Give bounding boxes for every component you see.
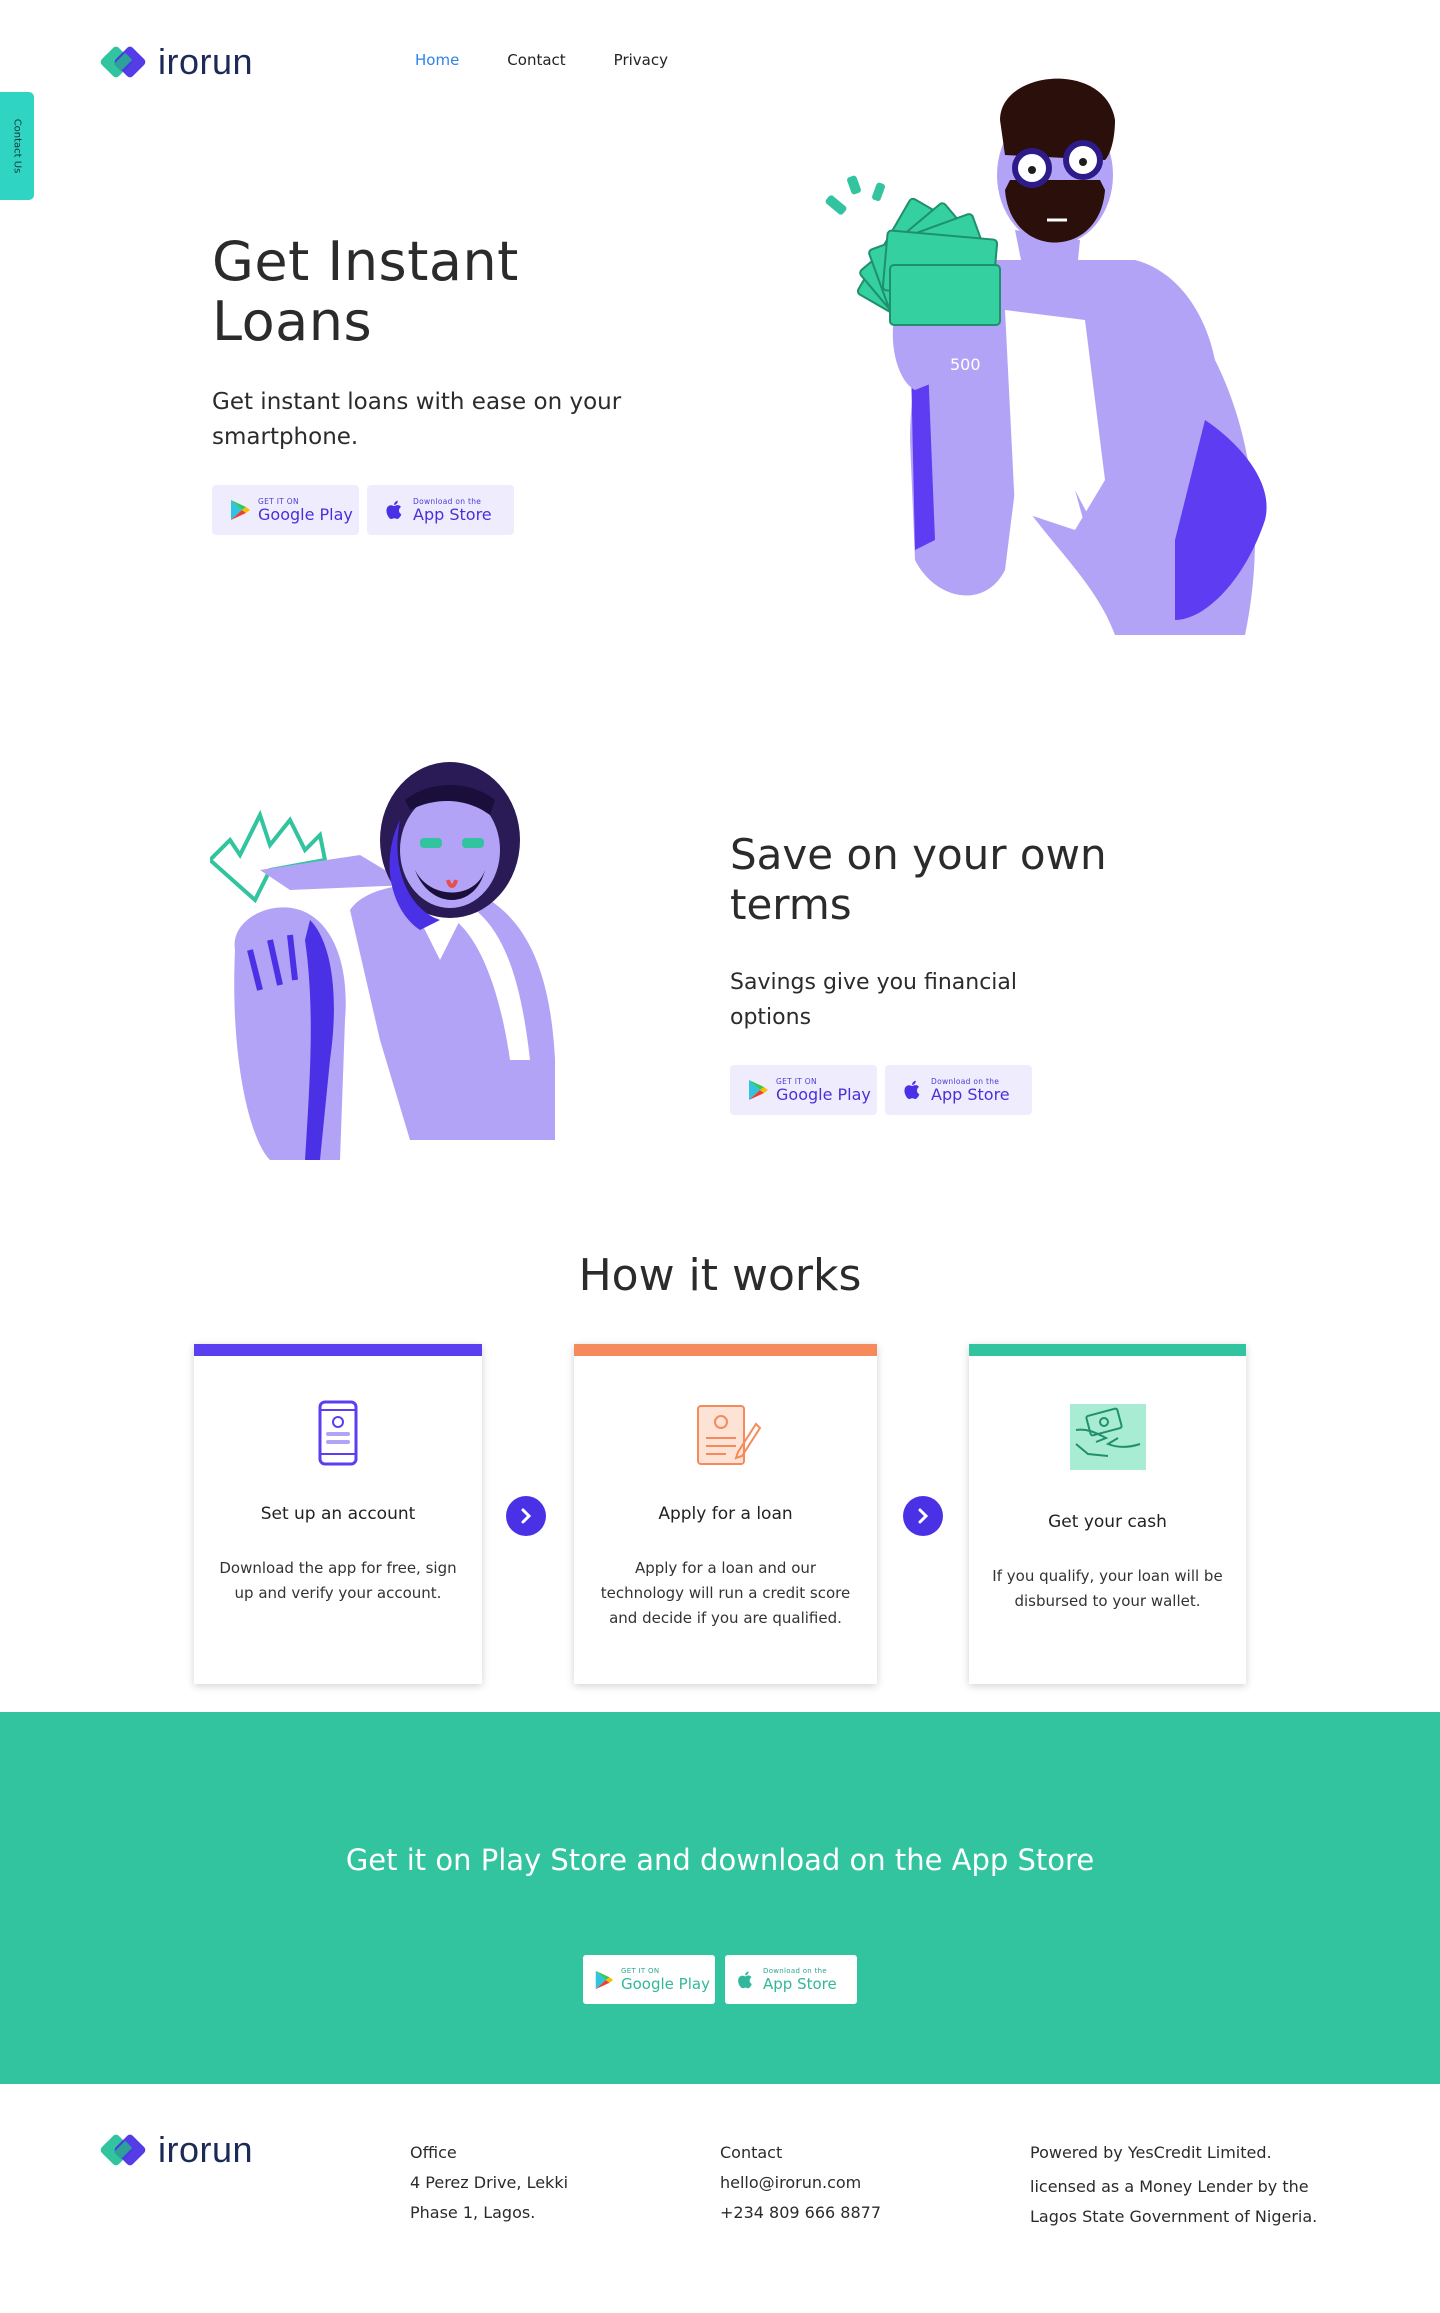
app-store-small-label: Download on the bbox=[763, 1966, 827, 1975]
footer-license: licensed as a Money Lender by the Lagos … bbox=[1030, 2177, 1318, 2226]
google-play-label: Google Play bbox=[621, 1974, 710, 1993]
google-play-button[interactable]: GET IT ON Google Play bbox=[212, 485, 359, 535]
step-title: Set up an account bbox=[260, 1504, 416, 1524]
cta-store-buttons: GET IT ON Google Play Download on the Ap… bbox=[583, 1955, 867, 2004]
chevron-right-icon bbox=[918, 1508, 929, 1524]
step-description: Download the app for free, sign up and v… bbox=[219, 1559, 457, 1602]
step-card: Set up an account Download the app for f… bbox=[194, 1344, 482, 1684]
google-play-icon bbox=[595, 1970, 614, 1989]
nav-home[interactable]: Home bbox=[415, 51, 459, 69]
hero-store-buttons: GET IT ON Google Play Download on the Ap… bbox=[212, 485, 522, 535]
apple-icon bbox=[386, 500, 402, 519]
man-holding-cash-illustration: 500 bbox=[825, 78, 1267, 635]
step-title: Apply for a loan bbox=[658, 1504, 793, 1524]
step-card: Get your cash If you qualify, your loan … bbox=[969, 1344, 1246, 1684]
main-nav: Home Contact Privacy bbox=[415, 51, 716, 69]
app-store-button[interactable]: Download on the App Store bbox=[725, 1955, 857, 2004]
step-card-bar bbox=[574, 1344, 877, 1356]
logo-mark-icon bbox=[100, 2134, 146, 2166]
footer-office-line1: 4 Perez Drive, Lekki bbox=[410, 2173, 569, 2192]
step-description: Apply for a loan and our technology will… bbox=[600, 1559, 851, 1627]
app-store-label: App Store bbox=[413, 504, 492, 524]
apple-icon bbox=[738, 1970, 752, 1988]
step-card-bar bbox=[969, 1344, 1246, 1356]
apple-icon bbox=[904, 1080, 920, 1099]
logo-mark-icon bbox=[100, 46, 146, 78]
contact-us-tab[interactable]: Contact Us bbox=[0, 92, 34, 200]
google-play-icon bbox=[749, 1080, 768, 1100]
site-footer: irorun Office 4 Perez Drive, Lekki Phase… bbox=[0, 2084, 1440, 2313]
how-it-works-title: How it works bbox=[578, 1250, 862, 1301]
app-store-label: App Store bbox=[931, 1084, 1010, 1104]
app-store-button[interactable]: Download on the App Store bbox=[367, 485, 514, 535]
logo[interactable]: irorun bbox=[98, 40, 253, 84]
google-play-small-label: GET IT ON bbox=[621, 1966, 660, 1975]
phone-icon bbox=[318, 1400, 358, 1466]
footer-office-line2: Phase 1, Lagos. bbox=[410, 2203, 536, 2222]
app-store-label: App Store bbox=[763, 1974, 837, 1993]
footer-logo-text: irorun bbox=[158, 2129, 254, 2170]
footer-logo[interactable]: irorun bbox=[98, 2128, 253, 2172]
chevron-right-icon bbox=[521, 1508, 532, 1524]
logo-text: irorun bbox=[158, 41, 254, 82]
download-cta-section: Get it on Play Store and download on the… bbox=[0, 1712, 1440, 2084]
footer-phone: +234 809 666 8877 bbox=[720, 2203, 881, 2222]
hero-title: Get Instant Loans bbox=[212, 230, 519, 353]
hero-subtitle: Get instant loans with ease on your smar… bbox=[212, 389, 622, 450]
save-store-buttons: GET IT ON Google Play Download on the Ap… bbox=[730, 1065, 1040, 1115]
svg-text:500: 500 bbox=[950, 355, 981, 374]
step-card-bar bbox=[194, 1344, 482, 1356]
footer-email-link[interactable]: hello@irorun.com bbox=[720, 2168, 881, 2198]
nav-privacy[interactable]: Privacy bbox=[614, 51, 668, 69]
footer-office-label: Office bbox=[410, 2143, 457, 2162]
step-card: Apply for a loan Apply for a loan and ou… bbox=[574, 1344, 877, 1684]
man-with-piggy-illustration bbox=[210, 762, 555, 1160]
cta-title-text: Get it on Play Store and download on the… bbox=[345, 1843, 1095, 1877]
footer-office: Office 4 Perez Drive, Lekki Phase 1, Lag… bbox=[410, 2138, 568, 2228]
next-step-arrow-button[interactable] bbox=[903, 1496, 943, 1536]
google-play-button[interactable]: GET IT ON Google Play bbox=[730, 1065, 877, 1115]
google-play-label: Google Play bbox=[258, 504, 353, 524]
nav-contact[interactable]: Contact bbox=[507, 51, 565, 69]
footer-contact: Contact hello@irorun.com +234 809 666 88… bbox=[720, 2138, 881, 2228]
cta-title: Get it on Play Store and download on the… bbox=[0, 1842, 1440, 1878]
google-play-icon bbox=[231, 500, 250, 520]
step-description: If you qualify, your loan will be disbur… bbox=[992, 1567, 1223, 1610]
footer-contact-label: Contact bbox=[720, 2143, 783, 2162]
google-play-button[interactable]: GET IT ON Google Play bbox=[583, 1955, 715, 2004]
cash-handover-icon bbox=[1069, 1404, 1146, 1470]
footer-legal: Powered by YesCredit Limited. licensed a… bbox=[1030, 2138, 1320, 2232]
footer-powered-by: Powered by YesCredit Limited. bbox=[1030, 2143, 1272, 2162]
save-title: Save on your own terms bbox=[730, 830, 1107, 929]
google-play-label: Google Play bbox=[776, 1084, 871, 1104]
contact-us-tab-label: Contact Us bbox=[11, 118, 23, 174]
step-title: Get your cash bbox=[1048, 1512, 1167, 1532]
app-store-button[interactable]: Download on the App Store bbox=[885, 1065, 1032, 1115]
application-form-icon bbox=[696, 1405, 761, 1465]
next-step-arrow-button[interactable] bbox=[506, 1496, 546, 1536]
save-subtitle: Savings give you financial options bbox=[730, 970, 1018, 1030]
